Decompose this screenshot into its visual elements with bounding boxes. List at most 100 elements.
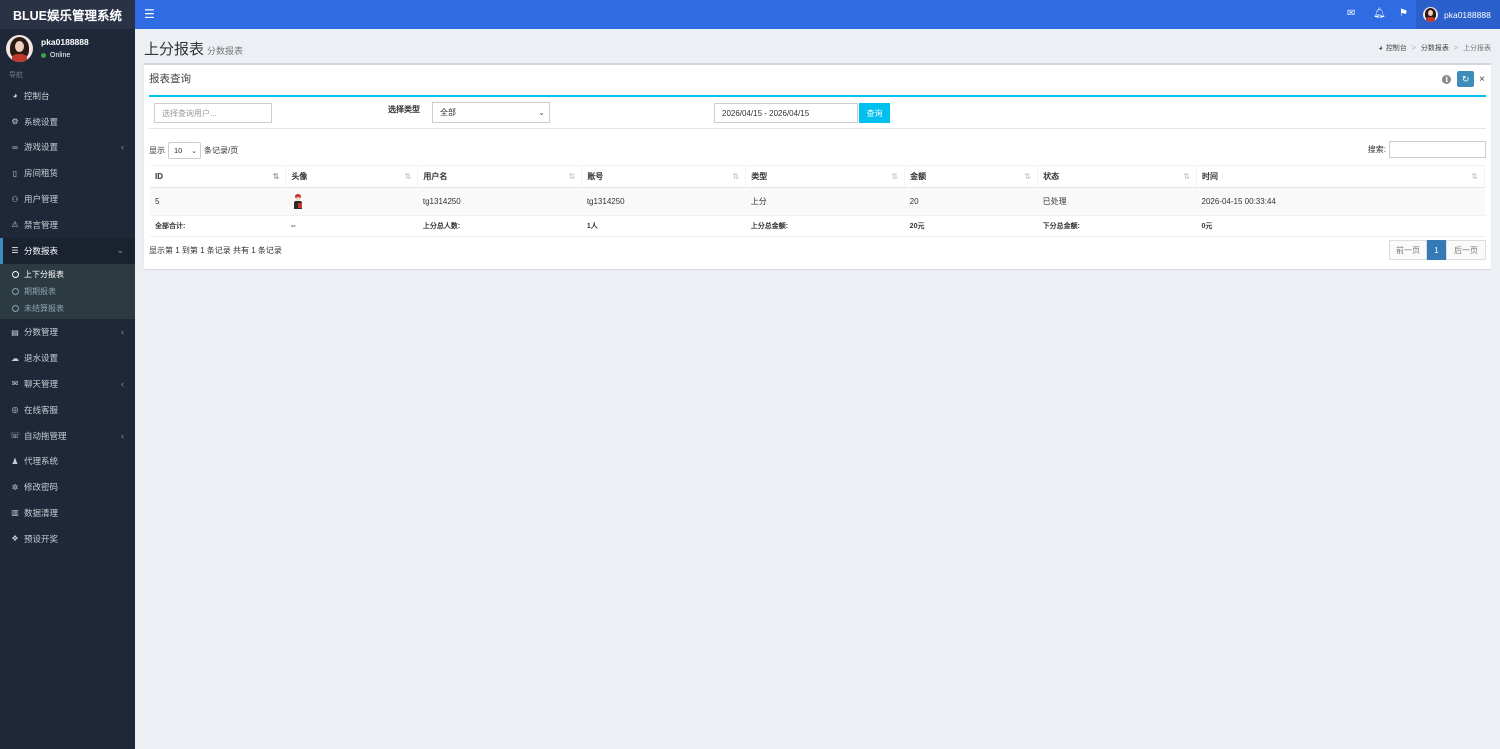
column-header[interactable]: 头像 ⇅ — [285, 165, 419, 188]
sidebar-item-label: 退水设置 — [24, 353, 59, 364]
sidebar-item-label: 分数管理 — [24, 327, 59, 338]
sidebar-item-14[interactable]: ✲ 修改密码 — [0, 474, 135, 500]
submenu-score-report: 上下分报表 期期报表 未结算报表 — [0, 263, 135, 320]
chevron-icon: ‹ — [121, 142, 124, 153]
prev-page-button[interactable]: 前一页 — [1389, 240, 1427, 260]
sidebar-item-6[interactable]: ⚠ 禁言管理 — [0, 212, 135, 238]
close-icon[interactable]: × — [1479, 74, 1485, 85]
sidebar-item-label: 代理系统 — [24, 456, 59, 467]
sidebar: BLUE娱乐管理系统 pka0188888 Online 导航 ◕ 控制台 ⚙ 系统设… — [0, 0, 135, 749]
sidebar-item-label: 预设开奖 — [24, 533, 59, 544]
table-search: 搜索: — [1368, 141, 1486, 158]
user-name: pka0188888 — [41, 37, 89, 47]
sort-icon: ⇅ — [404, 172, 412, 181]
breadcrumb: ◕ 控制台 > 分数报表 > 上分报表 — [1378, 43, 1491, 53]
sidebar-item-4[interactable]: ▯ 房间租赁 — [0, 160, 135, 186]
report-box: 报表查询 i ↻ × 选择查询用户... 选择类型 全部 ⌄ 2026/04/15… — [144, 63, 1491, 269]
breadcrumb-parent[interactable]: 分数报表 — [1421, 43, 1449, 53]
column-header[interactable]: 用户名 ⇅ — [417, 165, 583, 188]
sort-icon: ⇅ — [732, 172, 740, 181]
circle-icon — [12, 270, 19, 278]
comments-icon: ✉ — [11, 379, 19, 389]
sidebar-item-5[interactable]: ⚇ 用户管理 — [0, 186, 135, 212]
refresh-button[interactable]: ↻ — [1457, 71, 1475, 87]
top-user-name: pka0188888 — [1444, 9, 1491, 20]
sidebar-item-9[interactable]: ☁ 退水设置 — [0, 345, 135, 371]
sidebar-item-15[interactable]: ▥ 数据清理 — [0, 500, 135, 526]
sidebar-item-label: 用户管理 — [24, 194, 59, 205]
table-info: 显示第 1 到第 1 条记录 共有 1 条记录 — [149, 246, 282, 255]
page-1-button[interactable]: 1 — [1427, 240, 1446, 260]
sidebar-item-label: 自动拖管理 — [24, 430, 67, 441]
chevron-icon: ‹ — [121, 430, 124, 441]
user-plus-icon: ♟ — [11, 456, 19, 466]
cubes-icon: ❖ — [11, 534, 19, 544]
app-logo[interactable]: BLUE娱乐管理系统 — [0, 0, 135, 29]
refresh-icon: ↻ — [1461, 73, 1470, 84]
type-label: 选择类型 — [388, 105, 420, 114]
sidebar-item-label: 游戏设置 — [24, 142, 59, 153]
submenu-item-1[interactable]: 上下分报表 — [0, 266, 135, 283]
sidebar-item-1[interactable]: ◕ 控制台 — [0, 83, 135, 109]
sidebar-item-16[interactable]: ❖ 预设开奖 — [0, 526, 135, 552]
submenu-item-2[interactable]: 期期报表 — [0, 283, 135, 300]
avatar — [6, 34, 33, 62]
query-button[interactable]: 查询 — [859, 103, 890, 123]
users-icon: ⚇ — [11, 194, 19, 204]
file-icon: ▯ — [12, 168, 18, 178]
column-header[interactable]: 类型 ⇅ — [745, 165, 906, 188]
sidebar-item-13[interactable]: ♟ 代理系统 — [0, 448, 135, 474]
sidebar-item-label: 控制台 — [24, 90, 50, 101]
info-icon[interactable]: i — [1442, 74, 1452, 84]
table-row[interactable]: 5 tg1314250 tg1314250 上分 20 已处理 2026-04-… — [150, 187, 1485, 216]
column-header[interactable]: 账号 ⇅ — [581, 165, 747, 188]
column-header[interactable]: ID ⇅ — [150, 165, 287, 188]
sidebar-item-10[interactable]: ✉ 聊天管理 ‹ — [0, 371, 135, 397]
column-header[interactable]: 时间 ⇅ — [1196, 165, 1485, 188]
sort-icon: ⇅ — [1471, 172, 1478, 181]
pagination: 前一页 1 后一页 — [1389, 240, 1486, 260]
menu-toggle-icon[interactable]: ☰ — [144, 7, 155, 21]
column-header[interactable]: 状态 ⇅ — [1037, 165, 1198, 188]
online-status: Online — [41, 52, 89, 59]
sidebar-item-8[interactable]: ▤ 分数管理 ‹ — [0, 319, 135, 345]
top-user-menu[interactable]: pka0188888 — [1416, 0, 1500, 29]
flag-icon[interactable]: ⚑ — [1399, 8, 1408, 19]
breadcrumb-current: 上分报表 — [1463, 45, 1491, 52]
sidebar-item-11[interactable]: ◎ 在线客服 — [0, 397, 135, 423]
gamepad-icon: ∞ — [12, 142, 18, 152]
next-page-button[interactable]: 后一页 — [1446, 240, 1486, 260]
sidebar-item-label: 系统设置 — [24, 116, 59, 127]
database-icon: ▤ — [11, 327, 19, 337]
sidebar-item-label: 分数报表 — [24, 245, 59, 256]
box-title: 报表查询 — [149, 73, 191, 85]
sidebar-item-2[interactable]: ⚙ 系统设置 — [0, 109, 135, 135]
date-range-input[interactable]: 2026/04/15 - 2026/04/15 — [714, 103, 858, 123]
submenu-item-3[interactable]: 未结算报表 — [0, 300, 135, 317]
sidebar-item-label: 禁言管理 — [24, 219, 59, 230]
sidebar-item-3[interactable]: ∞ 游戏设置 ‹ — [0, 135, 135, 161]
user-search-input[interactable]: 选择查询用户... — [154, 103, 272, 123]
content-header: 上分报表 分数报表 — [144, 38, 243, 59]
sidebar-item-label: 在线客服 — [24, 404, 59, 415]
cogs-icon: ⚙ — [11, 117, 19, 127]
sort-icon: ⇅ — [568, 172, 576, 181]
bell-icon[interactable]: 🔔︎ — [1373, 8, 1386, 19]
table-search-input[interactable] — [1389, 141, 1486, 158]
topbar: ☰ ✉ 🔔︎ ⚑ pka0188888 — [135, 0, 1500, 29]
sidebar-item-label: 房间租赁 — [24, 168, 59, 179]
envelope-icon[interactable]: ✉ — [1347, 8, 1355, 19]
type-select[interactable]: 全部 ⌄ — [432, 102, 550, 123]
page-length-select[interactable]: 10 ⌄ — [168, 142, 201, 159]
comment-icon: ☏ — [10, 431, 21, 441]
sidebar-item-label: 数据清理 — [24, 507, 59, 518]
filter-bar: 选择查询用户... 选择类型 全部 ⌄ 2026/04/15 - 2026/04/… — [149, 95, 1486, 129]
user-avatar-icon — [293, 194, 303, 209]
sidebar-item-12[interactable]: ☏ 自动拖管理 ‹ — [0, 423, 135, 449]
sidebar-item-7[interactable]: ☰ 分数报表 ⌄ — [0, 237, 135, 264]
breadcrumb-home[interactable]: 控制台 — [1386, 43, 1407, 53]
column-header[interactable]: 金额 ⇅ — [904, 165, 1039, 188]
trash-icon: ▥ — [11, 508, 19, 518]
warning-icon: ⚠ — [11, 220, 19, 230]
user-panel: pka0188888 Online — [0, 29, 135, 67]
